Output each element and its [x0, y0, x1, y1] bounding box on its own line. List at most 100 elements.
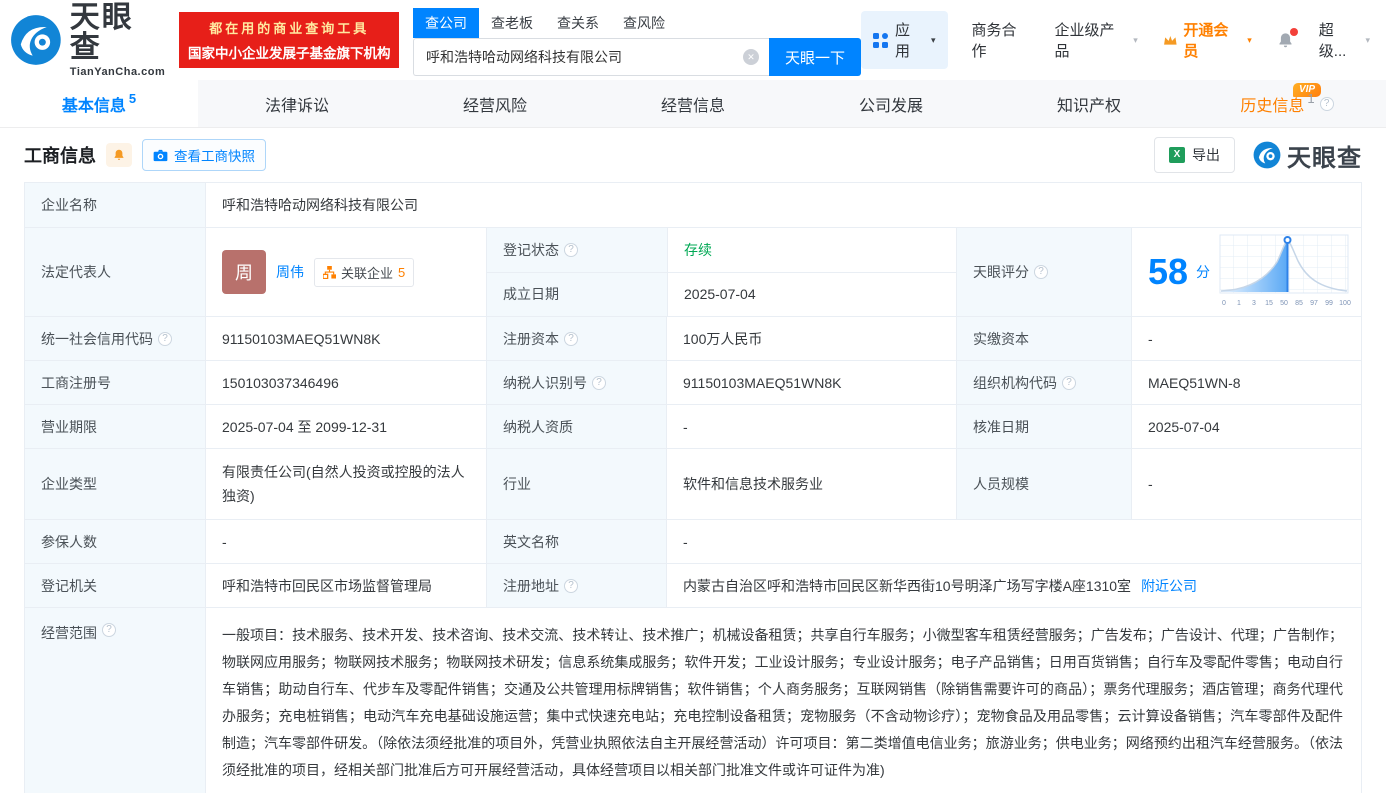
chevron-down-icon: [1247, 35, 1252, 46]
tianyancha-logo[interactable]: 天眼查 TianYanCha.com: [10, 2, 165, 78]
industry-label: 行业: [486, 449, 666, 519]
tab-operation-info[interactable]: 经营信息: [594, 80, 792, 127]
legal-rep-link[interactable]: 周伟: [276, 262, 304, 282]
svg-text:100: 100: [1339, 300, 1351, 307]
nav-enterprise[interactable]: 企业级产品: [1055, 19, 1138, 61]
search-tab-boss[interactable]: 查老板: [479, 8, 545, 38]
legal-rep-value: 周 周伟 关联企业 5: [205, 228, 486, 316]
company-name-value: 呼和浩特哈动网络科技有限公司: [205, 183, 1361, 227]
tab-intellectual-property[interactable]: 知识产权: [990, 80, 1188, 127]
established-date-value: 2025-07-04: [667, 272, 956, 316]
credit-code-label: 统一社会信用代码: [25, 317, 205, 360]
business-term-value: 2025-07-04 至 2099-12-31: [205, 405, 486, 448]
tab-development[interactable]: 公司发展: [792, 80, 990, 127]
help-icon[interactable]: [1034, 265, 1048, 279]
notification-dot: [1289, 27, 1298, 36]
tab-operation-label: 经营信息: [660, 97, 725, 115]
export-button[interactable]: 导出: [1154, 137, 1235, 173]
help-icon[interactable]: [592, 375, 606, 390]
company-type-label: 企业类型: [25, 449, 205, 519]
nav-apps-label: 应用: [894, 22, 910, 60]
related-companies-icon: [323, 265, 336, 279]
table-row: 经营范围 一般项目：技术服务、技术开发、技术咨询、技术交流、技术转让、技术推广；…: [25, 607, 1361, 793]
score-number: 58: [1148, 251, 1189, 292]
reg-authority-value: 呼和浩特市回民区市场监督管理局: [205, 564, 486, 607]
svg-text:99: 99: [1325, 300, 1333, 307]
established-date-label: 成立日期: [487, 272, 667, 316]
reg-authority-label: 登记机关: [25, 564, 205, 607]
insured-count-label: 参保人数: [25, 520, 205, 563]
apps-grid-icon: [872, 32, 888, 48]
staff-size-value: -: [1131, 449, 1361, 519]
tab-risk-label: 经营风险: [462, 97, 527, 115]
search-tab-company[interactable]: 查公司: [412, 8, 479, 38]
table-row: 企业类型 有限责任公司(自然人投资或控股的法人独资) 行业 软件和信息技术服务业…: [25, 448, 1361, 519]
tab-operation-risk[interactable]: 经营风险: [396, 80, 594, 127]
help-icon[interactable]: [1319, 96, 1334, 111]
nav-apps[interactable]: 应用: [860, 11, 948, 69]
reg-capital-value: 100万人民币: [666, 317, 956, 360]
monitor-bell-button[interactable]: [106, 143, 132, 167]
help-icon[interactable]: [102, 623, 116, 637]
banner-line1: 都在用的商业查询工具: [209, 21, 370, 36]
search-module: 查公司 查老板 查关系 查风险 天眼一下: [412, 4, 861, 76]
taxpayer-id-value: 91150103MAEQ51WN8K: [666, 361, 956, 404]
watermark-brand: 天眼查: [1253, 138, 1362, 173]
section-header: 工商信息 查看工商快照 导出: [24, 128, 1362, 182]
legal-rep-avatar[interactable]: 周: [222, 250, 266, 294]
taxpayer-id-label: 纳税人识别号: [486, 361, 666, 404]
reg-status-label: 登记状态: [487, 228, 667, 272]
promo-banner: 都在用的商业查询工具 国家中小企业发展子基金旗下机构: [179, 12, 399, 68]
help-icon[interactable]: [564, 331, 578, 346]
crown-icon: [1163, 35, 1177, 45]
table-row: 法定代表人 周 周伟 关联企业 5 登记状态 ? 存续 成立日期 2025-07…: [25, 227, 1361, 316]
nearby-companies-link[interactable]: 附近公司: [1141, 576, 1197, 596]
reg-status-value: 存续: [667, 228, 956, 272]
help-icon[interactable]: [564, 578, 578, 593]
business-term-label: 营业期限: [25, 405, 205, 448]
nav-open-vip-label: 开通会员: [1183, 22, 1229, 60]
help-icon[interactable]: [1062, 375, 1076, 390]
nav-user-menu[interactable]: 超级...: [1319, 19, 1370, 61]
score-axis-ticks: 0 1 3 15 50 85 97 99 100: [1222, 300, 1351, 307]
search-tab-relation[interactable]: 查关系: [545, 8, 611, 38]
score-unit: 分: [1196, 264, 1211, 280]
clear-search-icon[interactable]: [742, 49, 759, 65]
nav-user-label: 超级...: [1318, 22, 1347, 60]
english-name-label: 英文名称: [486, 520, 666, 563]
search-tab-risk[interactable]: 查风险: [611, 8, 677, 38]
score-label: 天眼评分: [956, 228, 1131, 316]
tab-legal[interactable]: 法律诉讼: [198, 80, 396, 127]
snapshot-button[interactable]: 查看工商快照: [142, 139, 266, 171]
company-tab-bar: 基本信息 5 法律诉讼 经营风险 经营信息 公司发展 知识产权 VIP 历史信息…: [0, 80, 1386, 128]
score-distribution-chart: 0 1 3 15 50 85 97 99 100: [1219, 234, 1351, 307]
alert-bell-icon: [114, 149, 124, 160]
notifications-bell[interactable]: [1276, 27, 1298, 50]
reg-address-value: 内蒙古自治区呼和浩特市回民区新华西街10号明泽广场写字楼A座1310室 附近公司: [666, 564, 1361, 607]
company-name-label: 企业名称: [25, 183, 205, 227]
chevron-down-icon: [1365, 35, 1370, 46]
tab-history-info[interactable]: VIP 历史信息 1: [1188, 80, 1386, 127]
reg-number-label: 工商注册号: [25, 361, 205, 404]
nav-open-vip[interactable]: 开通会员: [1162, 19, 1252, 61]
search-button[interactable]: 天眼一下: [768, 38, 861, 76]
related-companies-badge[interactable]: 关联企业 5: [314, 257, 415, 287]
paid-capital-label: 实缴资本: [956, 317, 1131, 360]
reg-number-value: 150103037346496: [205, 361, 486, 404]
tab-basic-info[interactable]: 基本信息 5: [0, 80, 198, 127]
svg-text:97: 97: [1310, 300, 1318, 307]
help-icon[interactable]: [564, 242, 578, 257]
org-code-label: 组织机构代码: [956, 361, 1131, 404]
table-row: 营业期限 2025-07-04 至 2099-12-31 纳税人资质 - 核准日…: [25, 404, 1361, 448]
camera-icon: [153, 149, 168, 161]
nav-cooperation[interactable]: 商务合作: [972, 19, 1031, 61]
reg-capital-label: 注册资本: [486, 317, 666, 360]
table-subrow: 登记状态 存续: [487, 228, 956, 273]
table-row: 登记机关 呼和浩特市回民区市场监督管理局 注册地址 内蒙古自治区呼和浩特市回民区…: [25, 563, 1361, 607]
svg-text:50: 50: [1280, 300, 1288, 307]
svg-text:1: 1: [1237, 300, 1241, 307]
business-scope-value: 一般项目：技术服务、技术开发、技术咨询、技术交流、技术转让、技术推广；机械设备租…: [205, 608, 1361, 793]
svg-text:85: 85: [1295, 300, 1303, 307]
search-input[interactable]: [413, 39, 769, 75]
help-icon[interactable]: [158, 331, 172, 346]
